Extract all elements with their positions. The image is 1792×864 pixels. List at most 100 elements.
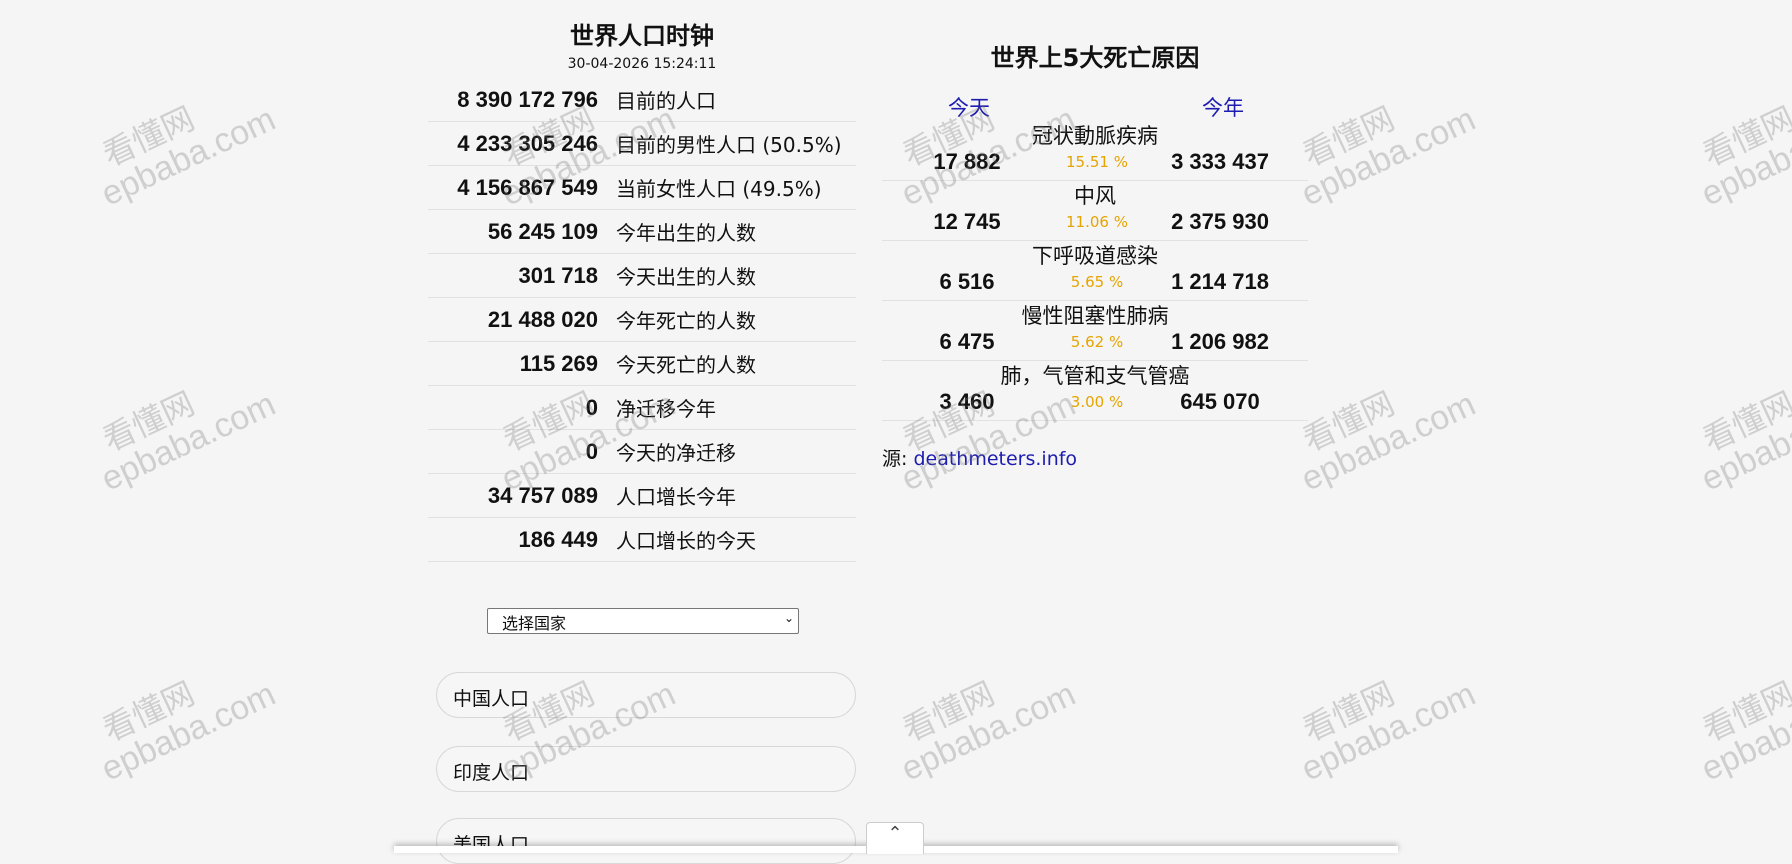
watermark-line: epbaba.com bbox=[1295, 99, 1482, 214]
watermark-line: 看懂网 bbox=[1697, 675, 1792, 749]
watermark-line: epbaba.com bbox=[95, 674, 282, 789]
population-stats-table: 8 390 172 796 目前的人口 4 233 305 246 目前的男性人口 (… bbox=[428, 78, 856, 562]
watermark: 看懂网 epbaba.com bbox=[882, 646, 1082, 789]
stat-value: 0 bbox=[428, 429, 616, 474]
scroll-top-button[interactable]: ⌃ bbox=[866, 822, 924, 854]
cause-name: 肺，气管和支气管癌 bbox=[1000, 364, 1190, 388]
stat-label: 人口增长今年 bbox=[616, 473, 856, 518]
stat-value: 8 390 172 796 bbox=[428, 78, 616, 122]
cause-year-count: 2 375 930 bbox=[1171, 209, 1269, 234]
watermark-line: epbaba.com bbox=[1295, 674, 1482, 789]
watermark-line: 看懂网 bbox=[1297, 100, 1400, 174]
stat-row: 21 488 020 今年死亡的人数 bbox=[428, 297, 856, 342]
stat-value: 56 245 109 bbox=[428, 209, 616, 254]
watermark-line: epbaba.com bbox=[1695, 99, 1792, 214]
watermark-line: epbaba.com bbox=[95, 99, 282, 214]
chevron-up-icon: ⌃ bbox=[887, 823, 903, 844]
watermark: 看懂网 epbaba.com bbox=[82, 356, 282, 499]
cause-today-count: 6 516 bbox=[939, 269, 995, 294]
stat-label: 人口增长的今天 bbox=[616, 517, 856, 562]
watermark-line: 看懂网 bbox=[1697, 385, 1792, 459]
watermark-line: 看懂网 bbox=[97, 385, 200, 459]
population-clock-panel: 世界人口时钟 30-04-2026 15:24:11 8 390 172 796… bbox=[428, 0, 856, 562]
stat-value: 0 bbox=[428, 385, 616, 430]
watermark: 看懂网 epbaba.com bbox=[82, 71, 282, 214]
source-label: 源: bbox=[882, 448, 908, 470]
stat-row: 0 净迁移今年 bbox=[428, 385, 856, 430]
watermark-line: 看懂网 bbox=[97, 100, 200, 174]
country-link-label: 中国人口 bbox=[453, 688, 530, 710]
stat-label: 当前女性人口 (49.5%) bbox=[616, 165, 856, 210]
death-cause-row: 中风 12 745 11.06 % 2 375 930 bbox=[882, 180, 1308, 241]
death-causes-title: 世界上5大死亡原因 bbox=[990, 44, 1200, 72]
cause-name: 慢性阻塞性肺病 bbox=[1021, 304, 1169, 328]
stat-row: 301 718 今天出生的人数 bbox=[428, 253, 856, 298]
cause-today-count: 17 882 bbox=[933, 149, 1001, 174]
country-link-usa[interactable]: 美国人口 bbox=[436, 818, 856, 864]
cause-today-count: 3 460 bbox=[939, 389, 995, 414]
country-link-china[interactable]: 中国人口 bbox=[436, 672, 856, 718]
cause-year-count: 1 214 718 bbox=[1171, 269, 1269, 294]
stat-label: 今天的净迁移 bbox=[616, 429, 856, 474]
watermark-line: 看懂网 bbox=[97, 675, 200, 749]
cause-year-count: 1 206 982 bbox=[1171, 329, 1269, 354]
stat-value: 186 449 bbox=[428, 517, 616, 562]
cause-year-count: 645 070 bbox=[1180, 389, 1260, 414]
cause-today-count: 12 745 bbox=[933, 209, 1001, 234]
watermark-line: 看懂网 bbox=[897, 675, 1000, 749]
watermark: 看懂网 epbaba.com bbox=[82, 646, 282, 789]
stat-row: 0 今天的净迁移 bbox=[428, 429, 856, 474]
stat-value: 4 233 305 246 bbox=[428, 121, 616, 166]
current-datetime: 30-04-2026 15:24:11 bbox=[567, 56, 717, 72]
source-link[interactable]: deathmeters.info bbox=[913, 448, 1077, 470]
page-title: 世界人口时钟 bbox=[570, 22, 714, 50]
watermark-line: epbaba.com bbox=[95, 384, 282, 499]
cause-name: 冠状動脈疾病 bbox=[1032, 124, 1158, 148]
stat-value: 115 269 bbox=[428, 341, 616, 386]
watermark-line: epbaba.com bbox=[895, 674, 1082, 789]
watermark: 看懂网 epbaba.com bbox=[1282, 71, 1482, 214]
watermark-line: 看懂网 bbox=[1697, 100, 1792, 174]
stat-label: 目前的人口 bbox=[616, 78, 856, 122]
stat-row: 34 757 089 人口增长今年 bbox=[428, 473, 856, 518]
country-select[interactable]: 选择国家 ⌄ bbox=[487, 608, 799, 634]
watermark: 看懂网 epbaba.com bbox=[1282, 356, 1482, 499]
country-select-value: 选择国家 bbox=[502, 614, 567, 633]
stat-row: 56 245 109 今年出生的人数 bbox=[428, 209, 856, 254]
watermark-line: 看懂网 bbox=[1297, 675, 1400, 749]
watermark-line: epbaba.com bbox=[1695, 674, 1792, 789]
cause-today-count: 6 475 bbox=[939, 329, 995, 354]
header-today: 今天 bbox=[948, 96, 990, 120]
watermark: 看懂网 epbaba.com bbox=[1682, 356, 1792, 499]
cause-name: 下呼吸道感染 bbox=[1032, 244, 1158, 268]
stat-value: 301 718 bbox=[428, 253, 616, 298]
death-cause-row: 冠状動脈疾病 17 882 15.51 % 3 333 437 bbox=[882, 120, 1308, 181]
stat-label: 今天出生的人数 bbox=[616, 253, 856, 298]
watermark: 看懂网 epbaba.com bbox=[1282, 646, 1482, 789]
stat-value: 21 488 020 bbox=[428, 297, 616, 342]
stat-label: 目前的男性人口 (50.5%) bbox=[616, 121, 856, 166]
stat-row: 186 449 人口增长的今天 bbox=[428, 517, 856, 562]
stat-label: 今天死亡的人数 bbox=[616, 341, 856, 386]
watermark-line: 看懂网 bbox=[1297, 385, 1400, 459]
country-link-label: 印度人口 bbox=[453, 762, 530, 784]
death-cause-row: 下呼吸道感染 6 516 5.65 % 1 214 718 bbox=[882, 240, 1308, 301]
stat-value: 4 156 867 549 bbox=[428, 165, 616, 210]
stat-row: 4 156 867 549 当前女性人口 (49.5%) bbox=[428, 165, 856, 210]
stat-row: 115 269 今天死亡的人数 bbox=[428, 341, 856, 386]
death-cause-row: 肺，气管和支气管癌 3 460 3.00 % 645 070 bbox=[882, 360, 1308, 421]
stat-label: 净迁移今年 bbox=[616, 385, 856, 430]
stat-row: 8 390 172 796 目前的人口 bbox=[428, 78, 856, 122]
stat-label: 今年死亡的人数 bbox=[616, 297, 856, 342]
watermark-line: epbaba.com bbox=[1295, 384, 1482, 499]
stat-label: 今年出生的人数 bbox=[616, 209, 856, 254]
watermark: 看懂网 epbaba.com bbox=[1682, 71, 1792, 214]
cause-year-count: 3 333 437 bbox=[1171, 149, 1269, 174]
stat-row: 4 233 305 246 目前的男性人口 (50.5%) bbox=[428, 121, 856, 166]
source-line: 源: deathmeters.info bbox=[882, 444, 1077, 471]
chevron-down-icon: ⌄ bbox=[783, 611, 794, 625]
cause-name: 中风 bbox=[1074, 184, 1116, 208]
stat-value: 34 757 089 bbox=[428, 473, 616, 518]
country-link-india[interactable]: 印度人口 bbox=[436, 746, 856, 792]
header-year: 今年 bbox=[1202, 96, 1244, 120]
